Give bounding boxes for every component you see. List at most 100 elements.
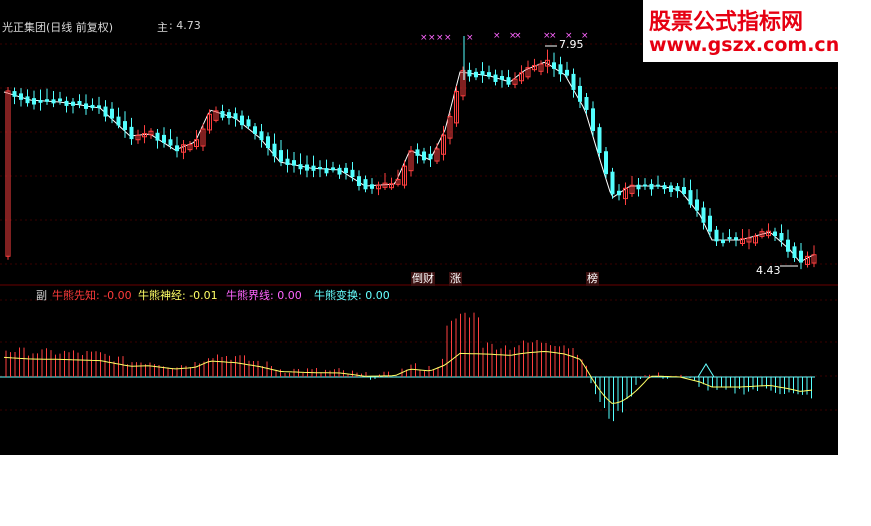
candle-body [259,131,264,141]
candle-body [77,100,82,105]
candle-body [25,96,30,104]
candle-body [500,75,504,80]
candle-body [110,108,114,119]
candle-body [480,71,485,76]
candle-body [708,215,712,232]
candle-body [773,231,777,237]
osc-triangle [697,363,715,378]
candle-body [253,126,257,134]
candle-body [103,106,108,117]
indicator-3: 牛熊界线: 0.00 [226,289,302,302]
candle-body [32,98,36,105]
signal-marker: × [514,31,522,41]
signal-marker: × [436,33,444,43]
candle-body [220,111,225,118]
candle-body [162,134,166,143]
candle-body [58,98,62,102]
candle-body [649,183,654,190]
candle-body [701,207,706,223]
candle-body [727,237,732,240]
signal-marker: × [493,31,501,41]
candle-body [591,108,595,132]
main-value: : 4.73 [169,19,201,32]
watermark-title: 股票公式指标网 [649,10,804,35]
indicator-1-value: -0.00 [103,289,132,302]
candle-body [246,119,251,127]
high-price-label: 7.95 [559,38,584,51]
candle-body [734,237,738,240]
candle-body [682,186,686,195]
watermark-url: www.gszx.com.cn [649,34,840,56]
candle-body [370,184,374,189]
candle-body [71,101,75,106]
candle-body [116,116,121,126]
candle-body [422,151,426,161]
candle-body [227,112,231,119]
candle-body [123,121,127,131]
candle-body [721,239,725,244]
candle-body [584,97,589,110]
candle-body [565,69,569,76]
candle-body [428,153,433,160]
candle-body [350,169,355,178]
candle-body [298,164,303,170]
indicator-2: 牛熊神经: -0.01 [138,289,218,302]
indicator-3-name: 牛熊界线 [226,289,270,302]
candle-body [240,115,244,126]
candle-body [331,167,335,171]
candle-body [474,71,478,78]
indicator-4-name: 牛熊变换 [314,289,358,302]
candle-body [643,184,647,187]
candle-body [12,91,17,97]
indicator-1-name: 牛熊先知 [52,289,96,302]
candle-body [779,233,784,241]
candle-body [324,168,329,174]
candle-body [51,99,56,104]
sub-label: 副 [36,289,47,302]
candle-body [97,105,101,109]
candle-body [337,167,342,175]
candle-body [669,185,673,192]
signal-tag-2: 涨 [449,272,462,286]
indicator-3-value: 0.00 [277,289,302,302]
candle-body [578,85,582,102]
candle-body [363,179,368,190]
signal-tag-3: 榜 [586,272,599,286]
candle-body [175,145,179,152]
candle-body [714,229,719,242]
signal-marker: × [444,33,452,43]
watermark: 股票公式指标网 www.gszx.com.cn [643,0,840,62]
candle-body [506,77,511,85]
candle-body [467,69,472,77]
candle-body [357,176,361,186]
candle-body [64,100,69,106]
candle-body [571,73,576,90]
candle-body [129,126,134,140]
candle-body [344,167,348,174]
candle-body [662,185,667,190]
candle-body [786,239,790,252]
candle-body [168,139,173,146]
candle-body [272,143,277,157]
main-label: 主 [157,21,168,34]
candle-body [792,246,797,258]
candle-body [636,184,641,190]
chart-area[interactable]: × × × × × × × × × × × × 光正集团(日线 前复权) 主 : 4.73 副 牛熊先… [0,0,838,455]
candle-body [610,171,615,195]
indicator-4: 牛熊变换: 0.00 [314,289,390,302]
signal-marker: × [420,33,428,43]
low-price-label: 4.43 [756,264,781,277]
candle-body [487,72,491,77]
candle-body [617,190,621,196]
candle-body [415,149,420,156]
candle-body [656,184,660,187]
candle-body [558,64,563,75]
candle-body [84,103,88,109]
indicator-2-name: 牛熊神经 [138,289,182,302]
kline-chart[interactable]: × × × × × × ×× ×× × × [0,0,838,455]
candle-body [279,150,283,162]
stock-title: 光正集团(日线 前复权) [2,21,114,34]
candle-body [19,93,23,100]
candle-body [292,160,296,166]
candle-body [155,132,160,141]
